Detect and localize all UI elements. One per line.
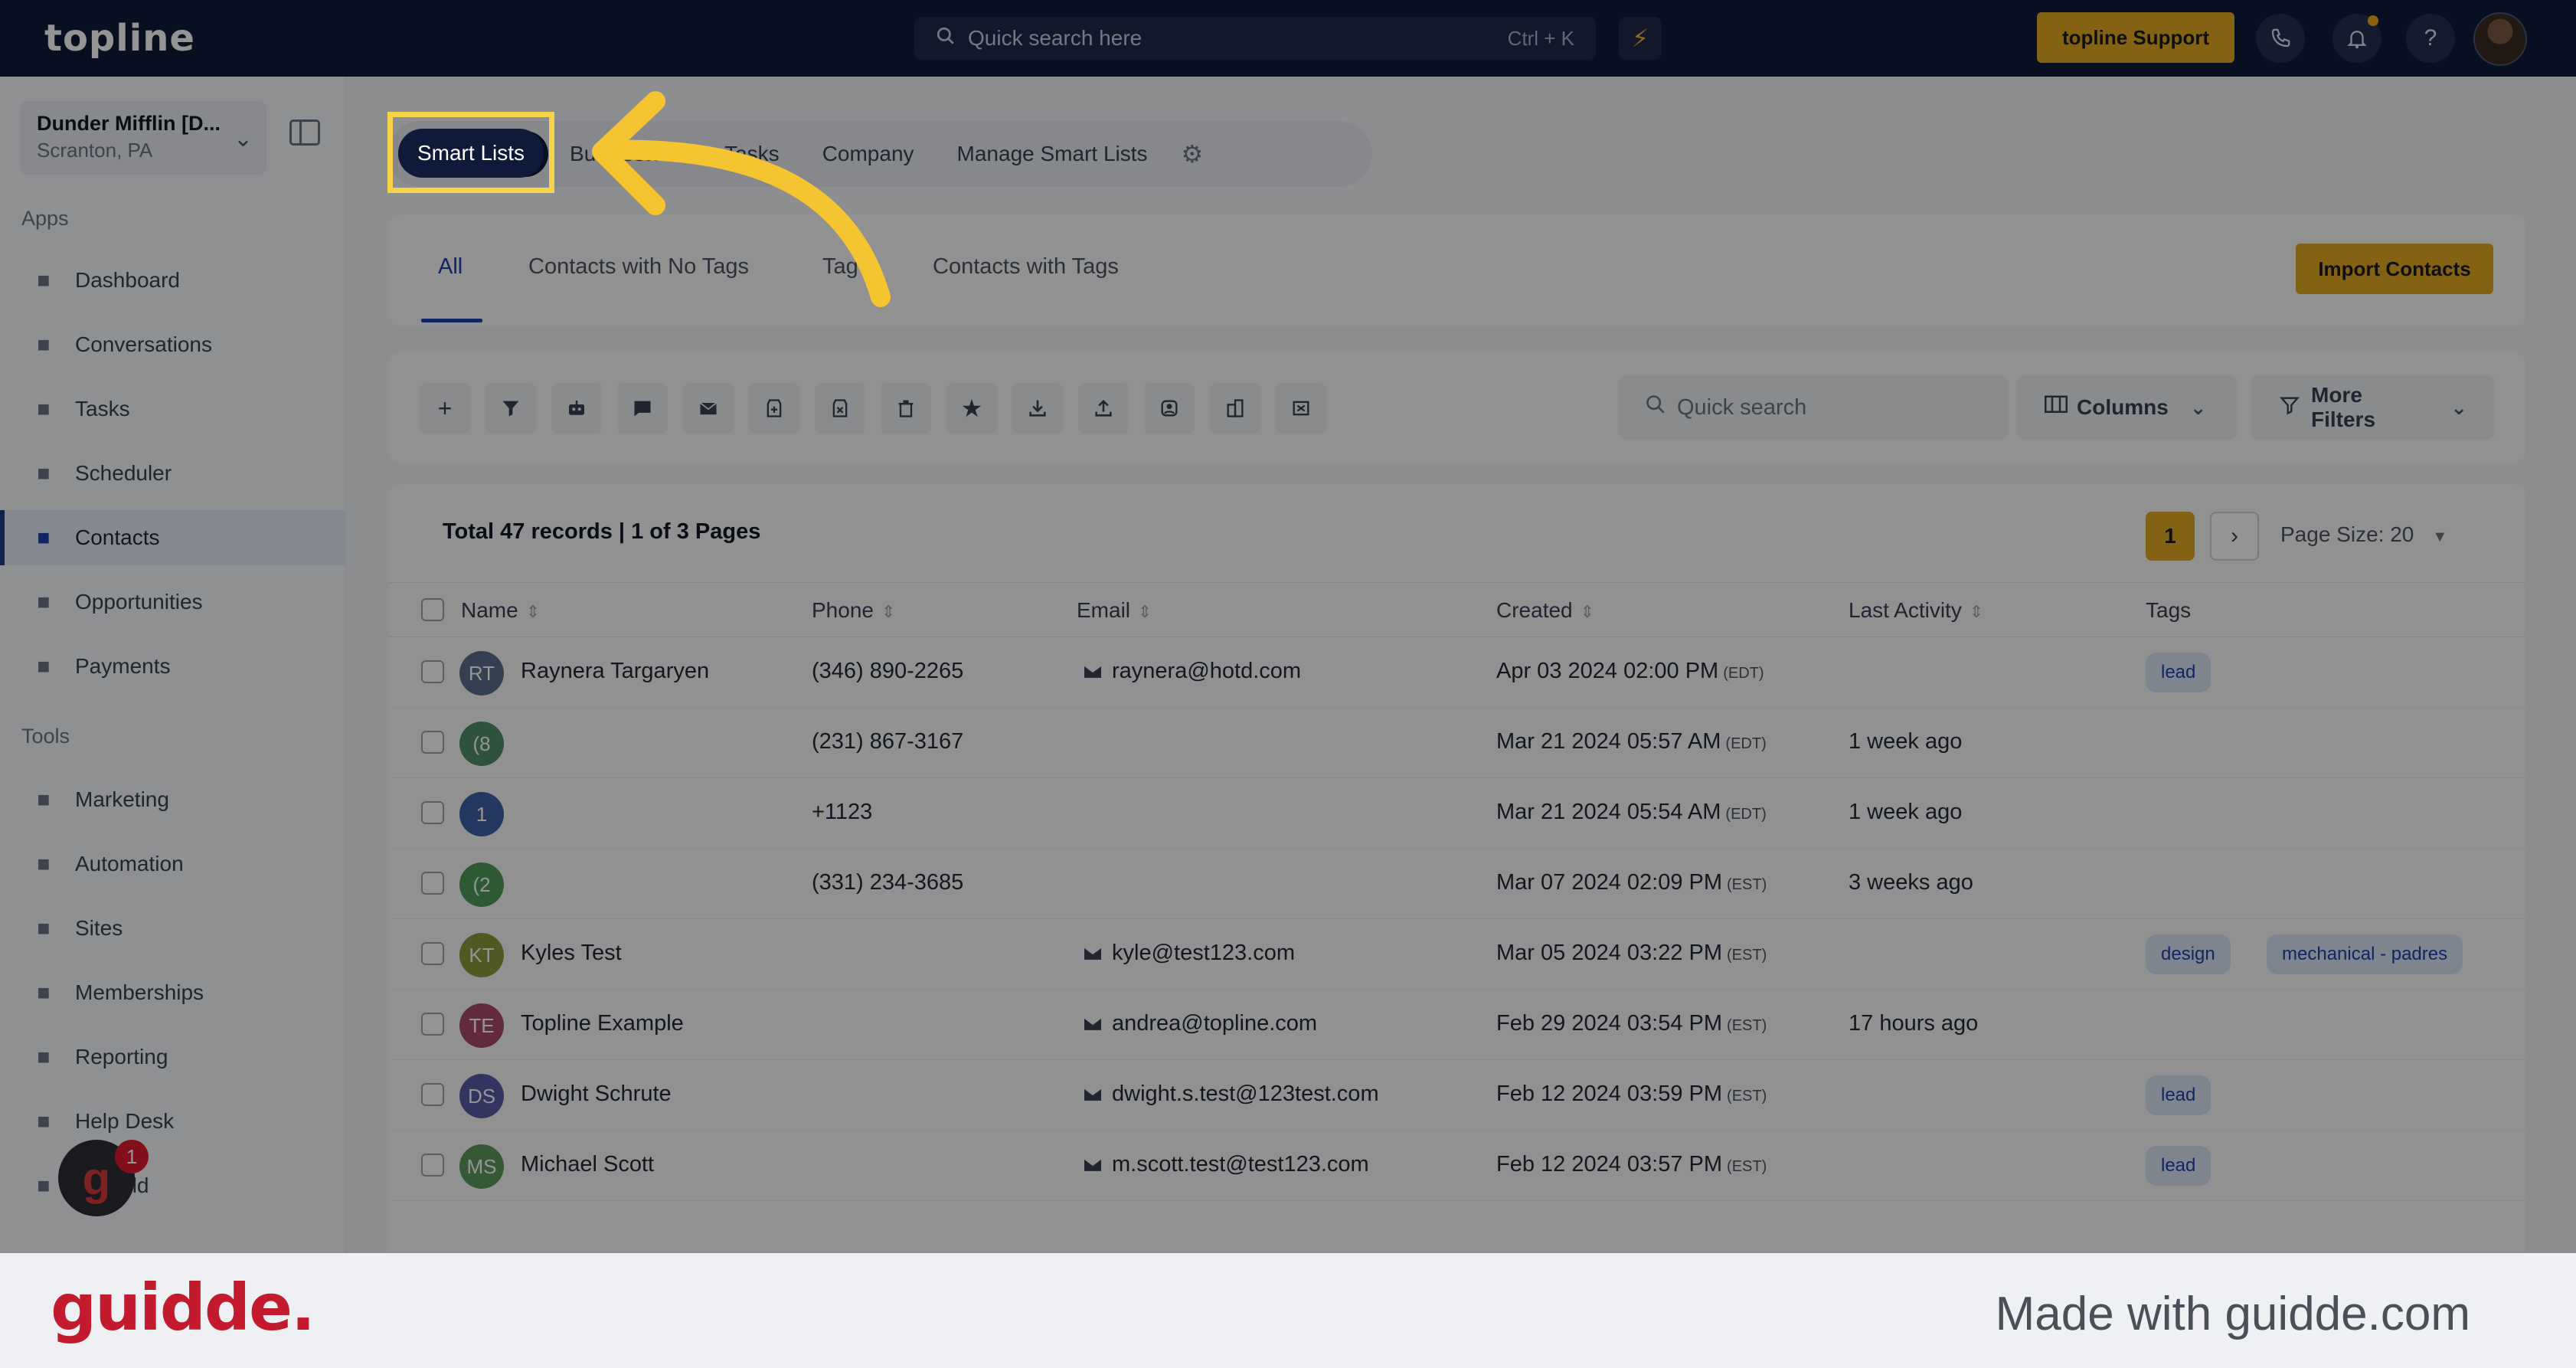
footer-bar: guidde. Made with guidde.com <box>0 1253 2576 1368</box>
guidde-logo: guidde. <box>51 1270 315 1345</box>
app-window: topline Quick search here Ctrl + K ⚡ top… <box>0 0 2576 1253</box>
pointer-arrow-icon <box>592 91 891 307</box>
made-with-text: Made with guidde.com <box>1995 1288 2470 1340</box>
